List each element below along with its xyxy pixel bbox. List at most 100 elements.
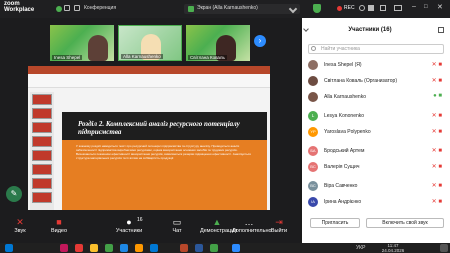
stop-icon[interactable] (368, 5, 374, 11)
maximize-icon[interactable]: □ (424, 4, 428, 10)
participant-video (88, 35, 108, 61)
slide-thumbnail[interactable] (32, 136, 52, 147)
app-icon[interactable] (210, 244, 218, 252)
chat-icon: ▭ (172, 217, 182, 227)
participant-search-input[interactable]: Найти участника (308, 44, 444, 54)
security-shield-icon[interactable] (56, 6, 62, 12)
conference-icon[interactable] (74, 5, 80, 11)
share-icon: ▲ (212, 217, 222, 227)
close-icon[interactable]: ✕ (437, 3, 443, 11)
app-icon[interactable] (75, 244, 83, 252)
avatar: YP (308, 127, 318, 137)
powerpoint-ribbon (28, 74, 270, 88)
slide-body-text: У кожному розділі наводиться текст про р… (76, 144, 251, 160)
powerpoint-titlebar (28, 66, 270, 74)
annotate-pen-icon[interactable]: ✎ (6, 186, 22, 202)
conference-label[interactable]: Конференция (84, 5, 116, 11)
slide-title: Розділ 2. Комплексний аналіз ресурсного … (78, 120, 240, 136)
exit-button[interactable]: ⇥ Выйти (262, 216, 296, 234)
slide-thumbnail[interactable] (32, 164, 52, 175)
audio-button[interactable]: ✕ Звук (3, 216, 37, 234)
mic-muted-icon: ✕ ■ (431, 78, 442, 84)
thumbnail-name: Alla Karnaushenko (121, 54, 163, 59)
avatar: ВС (308, 162, 318, 172)
avatar: ІА (308, 197, 318, 207)
participant-row[interactable]: ІА Ірина Андрієнко ✕ ■ (302, 195, 450, 209)
more-icon: … (244, 217, 254, 227)
panel-title: Участники (16) (348, 27, 392, 33)
video-thumbnail[interactable]: Світлана Коваль (186, 25, 250, 61)
language-indicator[interactable]: УКР (356, 245, 365, 251)
next-page-arrow[interactable]: › (254, 35, 266, 47)
mic-muted-icon: ✕ ■ (431, 148, 442, 154)
clock[interactable]: 11:47 24.04.2026 (378, 243, 408, 253)
slide-thumbnail[interactable] (32, 192, 52, 203)
slide-thumbnail[interactable] (32, 178, 52, 189)
avatar (308, 76, 318, 86)
video-off-icon: ■ (56, 217, 62, 227)
rec-label[interactable]: REC (344, 5, 355, 11)
participant-row[interactable]: L Lesya Kononenko ✕ ■ (302, 109, 450, 123)
rec-dot-icon (337, 6, 342, 11)
mic-muted-icon: ✕ ■ (431, 129, 442, 135)
app-icon[interactable] (60, 244, 68, 252)
mic-muted-icon: ✕ ■ (431, 183, 442, 189)
mic-muted-icon: ✕ ■ (431, 199, 442, 205)
browser-icon[interactable] (120, 244, 128, 252)
info-icon[interactable] (64, 5, 70, 11)
notification-icon[interactable] (440, 244, 448, 252)
screen-icon (188, 6, 194, 12)
share-screen-button[interactable]: ▲ Демонстрация (200, 216, 237, 234)
unmute-self-button[interactable]: Включить свой звук (366, 218, 444, 228)
participant-row[interactable]: Inesa Shepel (Я) ✕ ■ (302, 58, 450, 72)
participant-row[interactable]: Світлана Коваль (Организатор) ✕ ■ (302, 74, 450, 88)
slide-thumbnails (30, 92, 54, 210)
app-icon[interactable] (135, 244, 143, 252)
thumbnail-name: Світлана Коваль (188, 55, 227, 60)
zoom-logo: zoom Workplace (4, 1, 35, 13)
app-icon[interactable] (150, 244, 158, 252)
pause-icon[interactable] (359, 5, 365, 11)
more-button[interactable]: … Дополнительно (232, 216, 272, 234)
avatar (308, 92, 318, 102)
slide-thumbnail[interactable] (32, 122, 52, 133)
windows-start-icon[interactable] (5, 244, 13, 252)
shield-icon[interactable] (313, 4, 321, 13)
slide-thumbnail[interactable] (32, 150, 52, 161)
search-icon (311, 46, 316, 51)
zoom-taskbar-icon[interactable] (232, 244, 240, 252)
avatar: ВС (308, 181, 318, 191)
slide-thumbnail[interactable] (32, 94, 52, 105)
participant-row[interactable]: БА Бродський Артем ✕ ■ (302, 144, 450, 158)
folder-icon[interactable] (90, 244, 98, 252)
mic-muted-icon: ✕ ■ (431, 113, 442, 119)
avatar (308, 60, 318, 70)
participant-row[interactable]: ВС Валерія Сущич ✕ ■ (302, 160, 450, 174)
thumbnail-name: Inesa Shepel (52, 55, 83, 60)
powerpoint-icon[interactable] (180, 244, 188, 252)
word-icon[interactable] (195, 244, 203, 252)
mic-on-icon: ● ■ (433, 93, 442, 99)
invite-button[interactable]: Пригласить (310, 218, 360, 228)
slide-thumbnail[interactable] (32, 108, 52, 119)
video-button[interactable]: ■ Видео (42, 216, 76, 234)
video-thumbnail[interactable]: Inesa Shepel (50, 25, 114, 61)
view-icon[interactable] (394, 5, 402, 11)
avatar: L (308, 111, 318, 121)
mic-muted-icon: ✕ ■ (431, 164, 442, 170)
screen-owner-label: Экран (Alla Karnaushenko) (197, 5, 258, 11)
participant-row[interactable]: ВС Віра Савченко ✕ ■ (302, 179, 450, 193)
minimize-icon[interactable]: – (412, 3, 416, 10)
participant-row[interactable]: YP Yaroslava Polypenko ✕ ■ (302, 125, 450, 139)
mic-muted-icon: ✕ (16, 217, 24, 227)
app-icon[interactable] (105, 244, 113, 252)
exit-icon: ⇥ (275, 217, 283, 227)
video-thumbnail[interactable]: Alla Karnaushenko (118, 25, 182, 61)
participant-row[interactable]: Alla Karnaushenko ● ■ (302, 90, 450, 104)
people-icon[interactable] (380, 5, 386, 11)
participants-count: 16 (137, 217, 143, 223)
chat-button[interactable]: ▭ Чат (160, 216, 194, 234)
avatar: БА (308, 146, 318, 156)
mic-muted-icon: ✕ ■ (431, 62, 442, 68)
popout-icon[interactable] (438, 27, 444, 33)
